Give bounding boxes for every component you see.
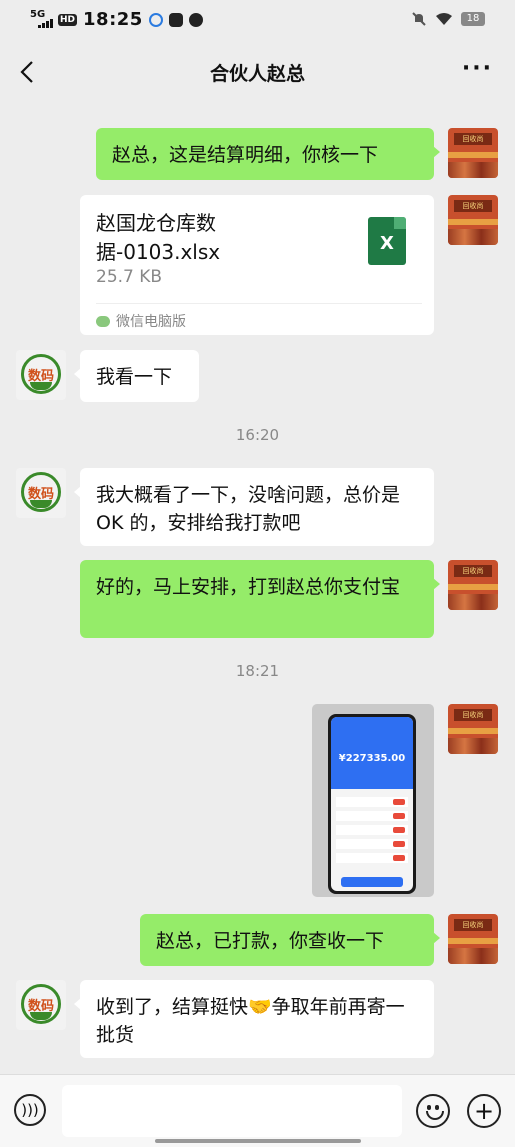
payment-amount: ¥227335.00 (338, 753, 406, 764)
message-bubble-received[interactable]: 我看一下 (74, 350, 199, 402)
chat-icon (188, 12, 203, 27)
file-size: 25.7 KB (96, 267, 163, 287)
message-bubble-sent[interactable]: 赵总，这是结算明细，你核一下 (96, 128, 440, 180)
my-avatar[interactable]: 回收尚 (448, 914, 498, 964)
partner-avatar[interactable]: 数码 (16, 980, 66, 1030)
avatar-shop-sign: 回收尚 (454, 709, 492, 721)
file-name: 赵国龙仓库数据-0103.xlsx (96, 211, 221, 264)
message-bubble-received[interactable]: 收到了，结算挺快🤝争取年前再寄一批货 (74, 980, 434, 1058)
voice-icon[interactable]: ))) (14, 1094, 46, 1126)
home-indicator (155, 1139, 361, 1143)
hd-badge: HD (58, 13, 78, 26)
excel-file-icon: X (368, 217, 406, 265)
my-avatar[interactable]: 回收尚 (448, 195, 498, 245)
wifi-icon (436, 13, 452, 25)
battery-level: 18 (466, 13, 480, 24)
mail-icon (168, 12, 183, 27)
emoji-icon[interactable] (416, 1094, 450, 1128)
message-input[interactable] (62, 1085, 402, 1137)
phone-photo: ¥227335.00 (328, 714, 416, 894)
avatar-shop-sign: 回收尚 (454, 919, 492, 931)
cloud-icon (148, 12, 163, 27)
mute-icon (412, 12, 426, 26)
avatar-shop-sign: 回收尚 (454, 200, 492, 212)
image-message[interactable]: ¥227335.00 (312, 704, 434, 897)
chat-header: 合伙人赵总 ··· (0, 44, 515, 100)
avatar-shop-sign: 回收尚 (454, 565, 492, 577)
input-bar: ))) + (0, 1074, 515, 1147)
wechat-icon (96, 315, 110, 327)
avatar-shop-sign: 回收尚 (454, 133, 492, 145)
more-icon[interactable]: ··· (462, 56, 493, 81)
divider (96, 303, 422, 304)
my-avatar[interactable]: 回收尚 (448, 704, 498, 754)
timestamp: 18:21 (235, 662, 280, 680)
my-avatar[interactable]: 回收尚 (448, 560, 498, 610)
partner-avatar[interactable]: 数码 (16, 468, 66, 518)
status-time: 18:25 (83, 9, 143, 30)
plus-icon[interactable]: + (467, 1094, 501, 1128)
status-bar: 5G HD 18:25 18 (0, 0, 515, 40)
file-source: 微信电脑版 (96, 311, 186, 331)
message-bubble-sent[interactable]: 好的，马上安排，打到赵总你支付宝 (80, 560, 440, 638)
file-source-label: 微信电脑版 (116, 314, 186, 330)
partner-avatar[interactable]: 数码 (16, 350, 66, 400)
message-bubble-sent[interactable]: 赵总，已打款，你查收一下 (140, 914, 440, 966)
battery-icon: 18 (461, 12, 485, 26)
timestamp: 16:20 (235, 426, 280, 444)
excel-file-letter: X (380, 233, 394, 254)
message-bubble-received[interactable]: 我大概看了一下，没啥问题，总价是 OK 的，安排给我打款吧 (74, 468, 434, 546)
my-avatar[interactable]: 回收尚 (448, 128, 498, 178)
signal-icon: 5G (30, 9, 53, 30)
file-message-card[interactable]: 赵国龙仓库数据-0103.xlsx 25.7 KB X 微信电脑版 (80, 195, 434, 335)
chat-title: 合伙人赵总 (209, 63, 305, 85)
